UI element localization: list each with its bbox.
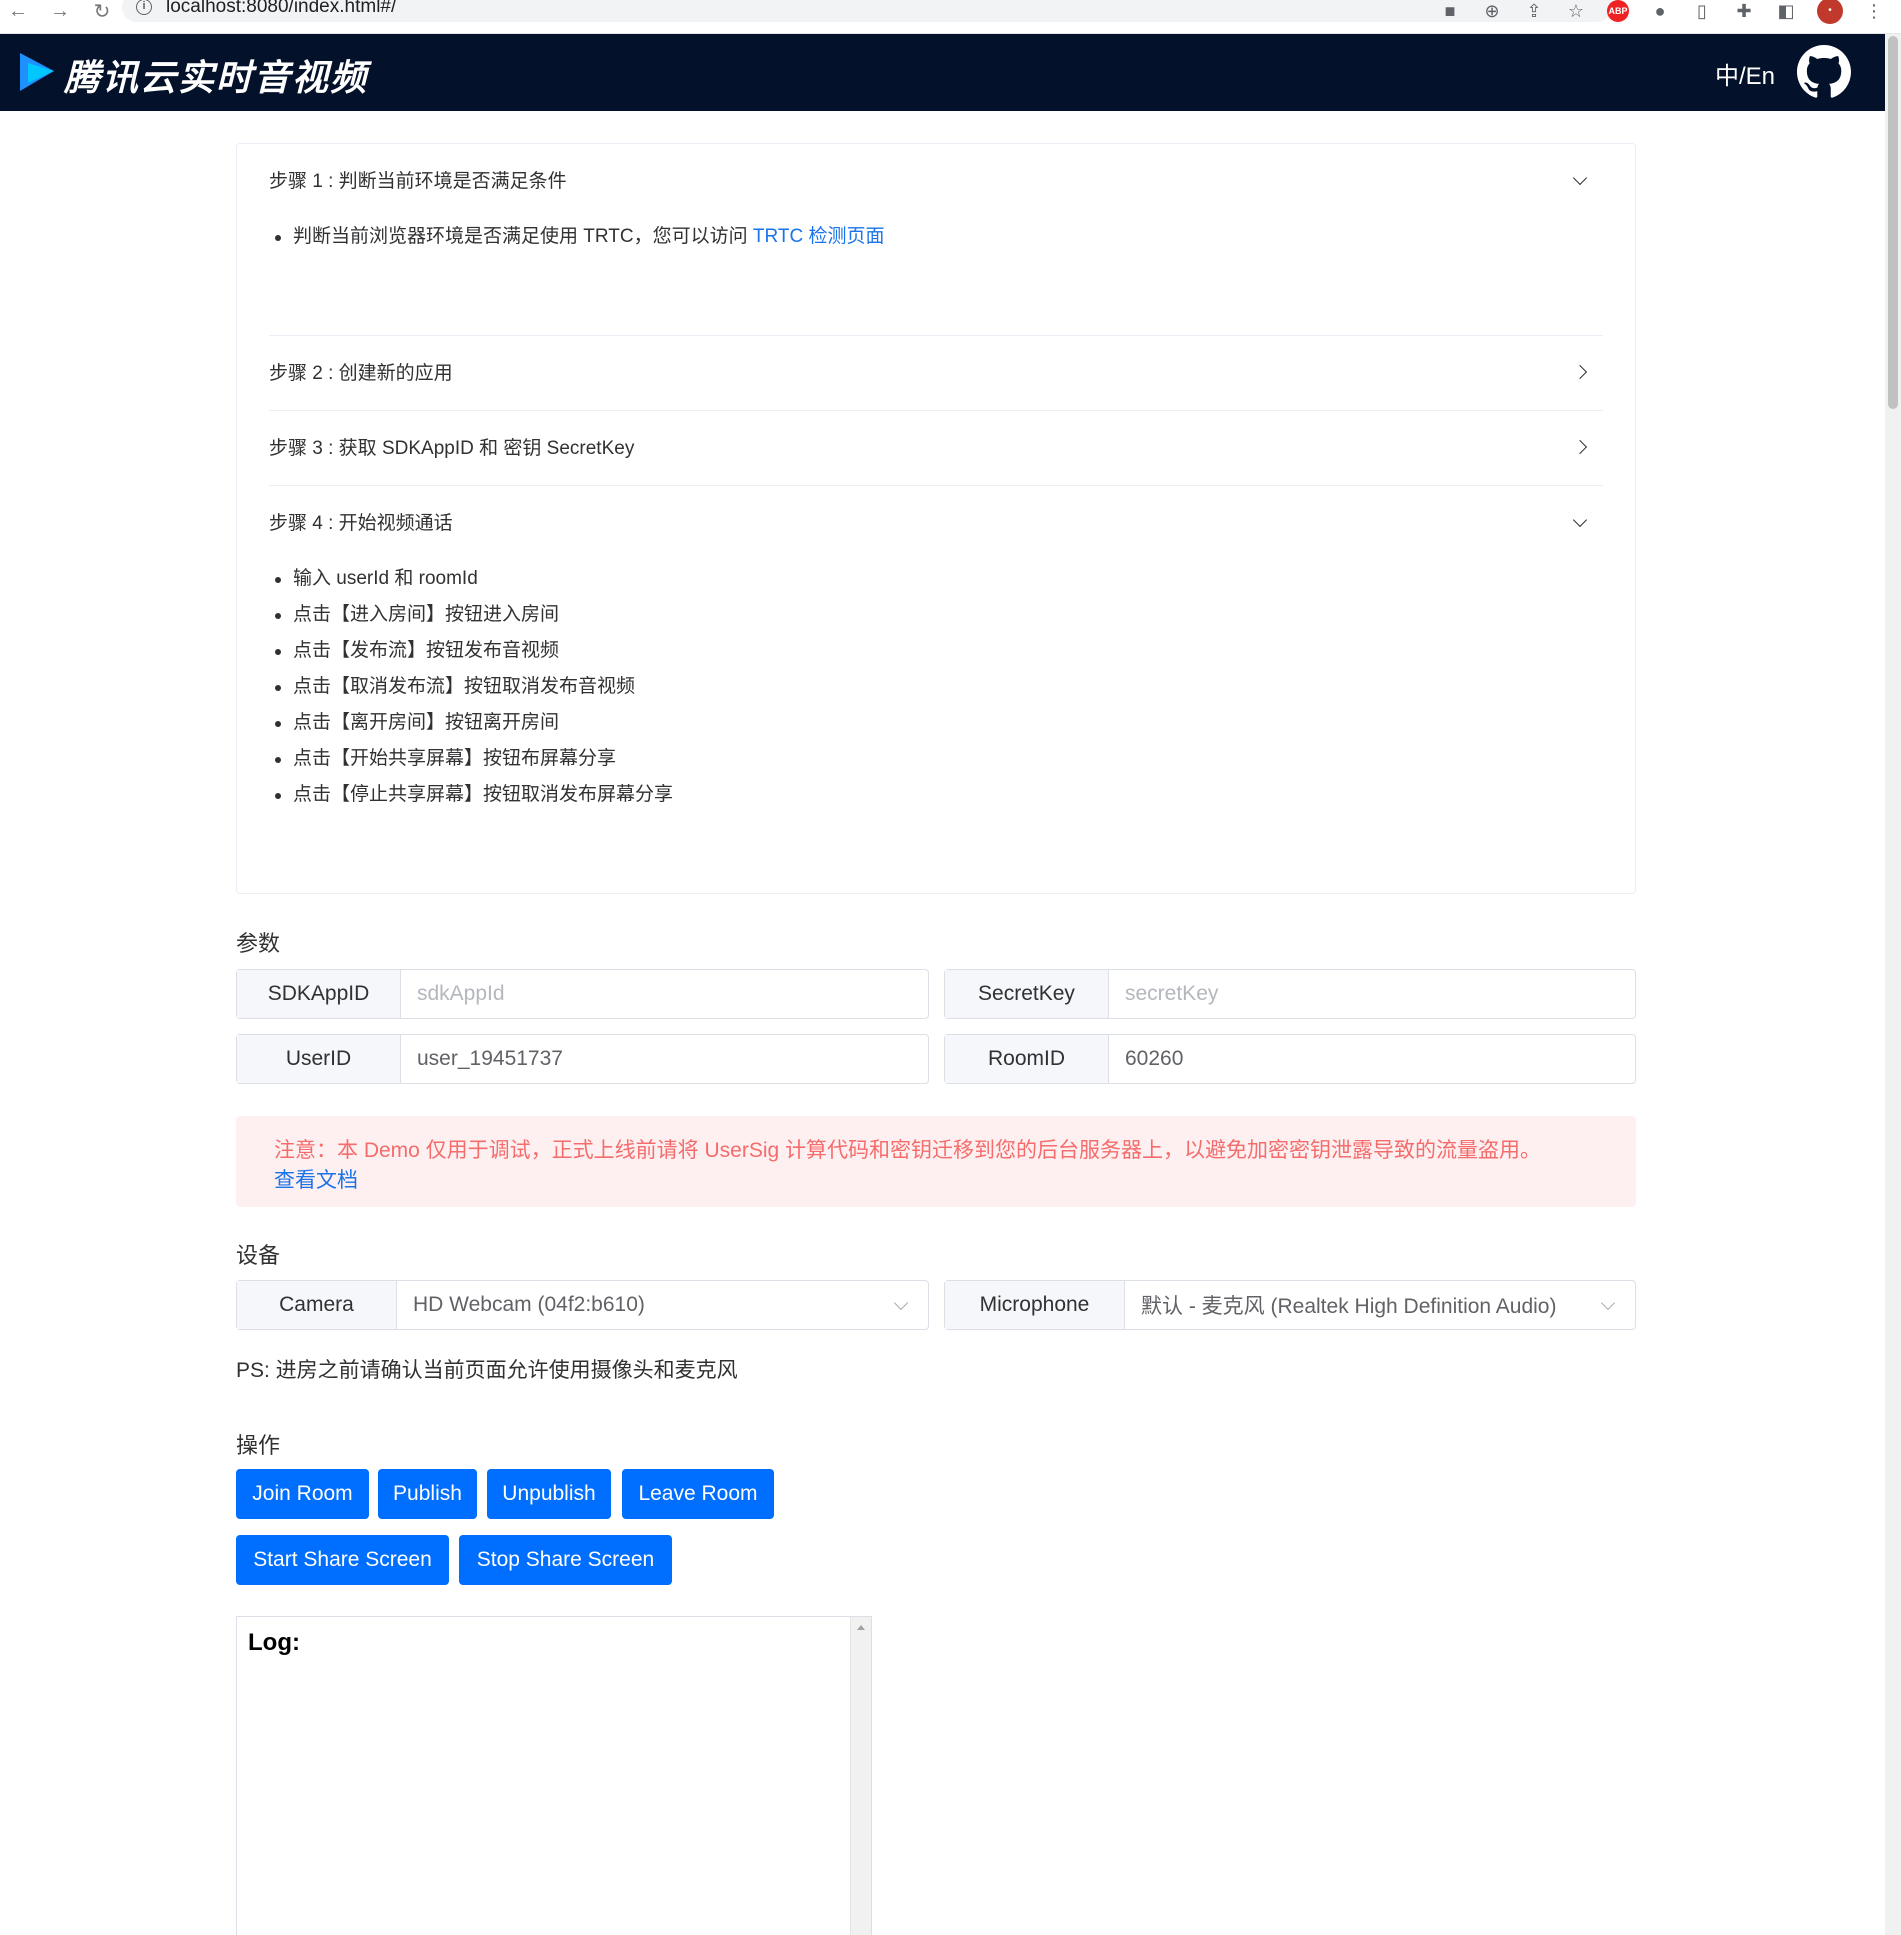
list-item: 点击【取消发布流】按钮取消发布音视频 bbox=[269, 669, 1603, 705]
step-1-content: 判断当前浏览器环境是否满足使用 TRTC，您可以访问 TRTC 检测页面 bbox=[269, 219, 1603, 336]
info-icon[interactable]: i bbox=[136, 0, 152, 15]
chevron-right-icon bbox=[1575, 336, 1585, 411]
list-item: 点击【发布流】按钮发布音视频 bbox=[269, 633, 1603, 669]
list-item: 判断当前浏览器环境是否满足使用 TRTC，您可以访问 TRTC 检测页面 bbox=[269, 219, 1603, 255]
camera-select[interactable]: HD Webcam (04f2:b610) bbox=[396, 1281, 928, 1329]
alert-text: 注意：本 Demo 仅用于调试，正式上线前请将 UserSig 计算代码和密钥迁… bbox=[274, 1139, 1542, 1162]
microphone-group: Microphone 默认 - 麦克风 (Realtek High Defini… bbox=[944, 1280, 1636, 1330]
menu-icon[interactable]: ⋮ bbox=[1863, 0, 1885, 22]
microphone-selected: 默认 - 麦克风 (Realtek High Definition Audio) bbox=[1141, 1295, 1557, 1318]
zoom-icon[interactable]: ⊕ bbox=[1481, 0, 1503, 22]
leave-room-button[interactable]: Leave Room bbox=[622, 1469, 774, 1519]
device-note: PS: 进房之前请确认当前页面允许使用摄像头和麦克风 bbox=[236, 1359, 738, 1382]
step-3-title: 步骤 3 : 获取 SDKAppID 和 密钥 SecretKey bbox=[269, 438, 635, 459]
sdkappid-input[interactable] bbox=[401, 970, 928, 1018]
tencent-logo-icon bbox=[20, 53, 54, 91]
log-title: Log: bbox=[248, 1629, 300, 1656]
secretkey-group: SecretKey bbox=[944, 969, 1636, 1019]
browser-extensions: ■ ⊕ ⇪ ☆ ABP ● ▯ ✚ ◧ • ⋮ bbox=[1439, 0, 1885, 24]
start-share-screen-button[interactable]: Start Share Screen bbox=[236, 1535, 449, 1585]
step-2-header[interactable]: 步骤 2 : 创建新的应用 bbox=[269, 336, 1603, 411]
camera-icon[interactable]: ■ bbox=[1439, 0, 1461, 22]
profile-avatar[interactable]: • bbox=[1817, 0, 1843, 24]
adblock-icon[interactable]: ABP bbox=[1607, 0, 1629, 22]
join-room-button[interactable]: Join Room bbox=[236, 1469, 369, 1519]
forward-icon[interactable]: → bbox=[48, 0, 72, 23]
sidepanel-icon[interactable]: ◧ bbox=[1775, 0, 1797, 22]
trtc-check-link[interactable]: TRTC 检测页面 bbox=[753, 226, 885, 247]
params-title: 参数 bbox=[236, 931, 281, 956]
step-1-title: 步骤 1 : 判断当前环境是否满足条件 bbox=[269, 171, 567, 192]
list-item: 点击【离开房间】按钮离开房间 bbox=[269, 705, 1603, 741]
camera-group: Camera HD Webcam (04f2:b610) bbox=[236, 1280, 929, 1330]
step-1-text: 判断当前浏览器环境是否满足使用 TRTC，您可以访问 bbox=[293, 226, 753, 247]
scrollbar-thumb[interactable] bbox=[1888, 36, 1898, 409]
browser-toolbar: ← → ↻ i localhost:8080/index.html#/ ■ ⊕ … bbox=[0, 0, 1901, 34]
userid-label: UserID bbox=[237, 1035, 401, 1083]
chevron-right-icon bbox=[1575, 411, 1585, 486]
brand-title: 腾讯云实时音视频 bbox=[64, 57, 369, 98]
chevron-down-icon bbox=[893, 1295, 909, 1311]
browser-nav: ← → ↻ bbox=[6, 0, 114, 24]
chevron-down-icon bbox=[1575, 144, 1585, 219]
view-docs-link[interactable]: 查看文档 bbox=[274, 1169, 358, 1192]
secretkey-label: SecretKey bbox=[945, 970, 1109, 1018]
sdkappid-label: SDKAppID bbox=[237, 970, 401, 1018]
star-icon[interactable]: ☆ bbox=[1565, 0, 1587, 22]
list-item: 点击【停止共享屏幕】按钮取消发布屏幕分享 bbox=[269, 777, 1603, 813]
list-item: 点击【进入房间】按钮进入房间 bbox=[269, 597, 1603, 633]
publish-button[interactable]: Publish bbox=[378, 1469, 477, 1519]
app-header: 腾讯云实时音视频 中/En bbox=[0, 34, 1885, 111]
step-3-header[interactable]: 步骤 3 : 获取 SDKAppID 和 密钥 SecretKey bbox=[269, 411, 1603, 486]
step-2-title: 步骤 2 : 创建新的应用 bbox=[269, 363, 453, 384]
devices-title: 设备 bbox=[236, 1243, 281, 1268]
log-scrollbar[interactable] bbox=[850, 1617, 871, 1935]
back-icon[interactable]: ← bbox=[6, 0, 30, 23]
puzzle-icon[interactable]: ✚ bbox=[1733, 0, 1755, 22]
list-item: 输入 userId 和 roomId bbox=[269, 561, 1603, 597]
log-panel[interactable]: Log: bbox=[236, 1616, 872, 1935]
roomid-label: RoomID bbox=[945, 1035, 1109, 1083]
github-icon[interactable] bbox=[1797, 45, 1851, 99]
page-scrollbar[interactable] bbox=[1885, 34, 1901, 1935]
userid-input[interactable] bbox=[401, 1035, 928, 1083]
warning-alert: 注意：本 Demo 仅用于调试，正式上线前请将 UserSig 计算代码和密钥迁… bbox=[236, 1116, 1636, 1207]
extension-icon[interactable]: ● bbox=[1649, 0, 1671, 22]
roomid-input[interactable] bbox=[1109, 1035, 1635, 1083]
step-4-title: 步骤 4 : 开始视频通话 bbox=[269, 513, 453, 534]
userid-group: UserID bbox=[236, 1034, 929, 1084]
chevron-down-icon bbox=[1575, 486, 1585, 561]
microphone-select[interactable]: 默认 - 麦克风 (Realtek High Definition Audio) bbox=[1124, 1281, 1635, 1329]
list-item: 点击【开始共享屏幕】按钮布屏幕分享 bbox=[269, 741, 1603, 777]
steps-collapse: 步骤 1 : 判断当前环境是否满足条件 判断当前浏览器环境是否满足使用 TRTC… bbox=[236, 143, 1636, 894]
share-icon[interactable]: ⇪ bbox=[1523, 0, 1545, 22]
roomid-group: RoomID bbox=[944, 1034, 1636, 1084]
unpublish-button[interactable]: Unpublish bbox=[487, 1469, 611, 1519]
step-1-header[interactable]: 步骤 1 : 判断当前环境是否满足条件 bbox=[269, 144, 1603, 219]
url-text: localhost:8080/index.html#/ bbox=[166, 0, 397, 17]
scroll-up-icon[interactable] bbox=[857, 1625, 865, 1630]
sdkappid-group: SDKAppID bbox=[236, 969, 929, 1019]
camera-selected: HD Webcam (04f2:b610) bbox=[413, 1293, 645, 1316]
actions-title: 操作 bbox=[236, 1433, 281, 1458]
stop-share-screen-button[interactable]: Stop Share Screen bbox=[459, 1535, 672, 1585]
step-4-header[interactable]: 步骤 4 : 开始视频通话 bbox=[269, 486, 1603, 561]
document-icon[interactable]: ▯ bbox=[1691, 0, 1713, 22]
language-toggle[interactable]: 中/En bbox=[1715, 56, 1775, 91]
camera-label: Camera bbox=[237, 1281, 396, 1329]
microphone-label: Microphone bbox=[945, 1281, 1124, 1329]
step-4-content: 输入 userId 和 roomId 点击【进入房间】按钮进入房间 点击【发布流… bbox=[269, 561, 1603, 813]
reload-icon[interactable]: ↻ bbox=[90, 0, 114, 24]
address-bar[interactable]: i localhost:8080/index.html#/ bbox=[122, 0, 1612, 22]
chevron-down-icon bbox=[1600, 1295, 1616, 1311]
secretkey-input[interactable] bbox=[1109, 970, 1635, 1018]
